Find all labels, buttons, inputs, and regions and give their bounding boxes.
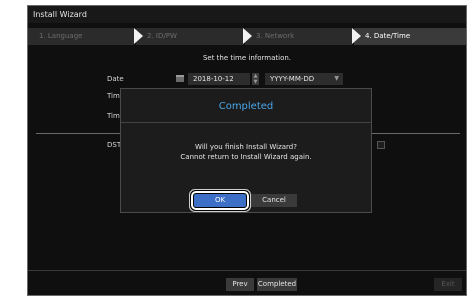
prev-button[interactable]: Prev (226, 278, 254, 291)
step-label: 4. Date/Time (365, 32, 411, 40)
instruction-text: Set the time information. (202, 54, 292, 62)
step-date-time[interactable]: 4. Date/Time (354, 28, 466, 45)
completed-button[interactable]: Completed (257, 278, 297, 291)
ok-button[interactable]: OK (191, 191, 249, 210)
step-arrow-icon (134, 28, 143, 44)
calendar-icon[interactable] (176, 75, 184, 82)
dialog-title: Completed (218, 101, 274, 112)
step-arrow-icon (352, 28, 361, 44)
window-title: Install Wizard (28, 6, 466, 23)
cancel-button[interactable]: Cancel (251, 194, 297, 207)
install-wizard-window: Install Wizard 1. Language 2. ID/PW 3. N… (27, 5, 467, 296)
step-id-pw[interactable]: 2. ID/PW (136, 28, 252, 45)
step-label: 2. ID/PW (147, 32, 177, 40)
dst-checkbox[interactable] (377, 141, 385, 149)
dst-label: DST (107, 141, 122, 149)
step-network[interactable]: 3. Network (245, 28, 361, 45)
step-label: 1. Language (39, 32, 83, 40)
step-language[interactable]: 1. Language (28, 28, 143, 45)
step-arrow-icon (243, 28, 252, 44)
date-format-value: YYYY-MM-DD (270, 75, 315, 83)
wizard-steps: 1. Language 2. ID/PW 3. Network 4. Date/… (28, 28, 466, 45)
completed-dialog: Completed Will you finish Install Wizard… (120, 88, 372, 213)
time-label: Tim (107, 92, 120, 100)
footer-divider (28, 270, 466, 271)
date-spinner[interactable]: ▲ ▼ (252, 73, 259, 85)
dialog-message-line: Will you finish Install Wizard? (195, 143, 297, 151)
dialog-divider (121, 122, 371, 123)
date-input[interactable]: 2018-10-12 (188, 73, 250, 85)
timezone-label: Tim (107, 112, 120, 120)
step-label: 3. Network (256, 32, 295, 40)
dialog-message-line: Cannot return to Install Wizard again. (180, 153, 312, 161)
exit-button[interactable]: Exit (434, 278, 462, 291)
date-label: Date (107, 75, 124, 83)
dialog-message: Will you finish Install Wizard? Cannot r… (121, 142, 371, 162)
date-format-select[interactable]: YYYY-MM-DD ▼ (265, 73, 343, 85)
chevron-down-icon[interactable]: ▼ (252, 79, 259, 85)
chevron-down-icon: ▼ (334, 75, 339, 82)
